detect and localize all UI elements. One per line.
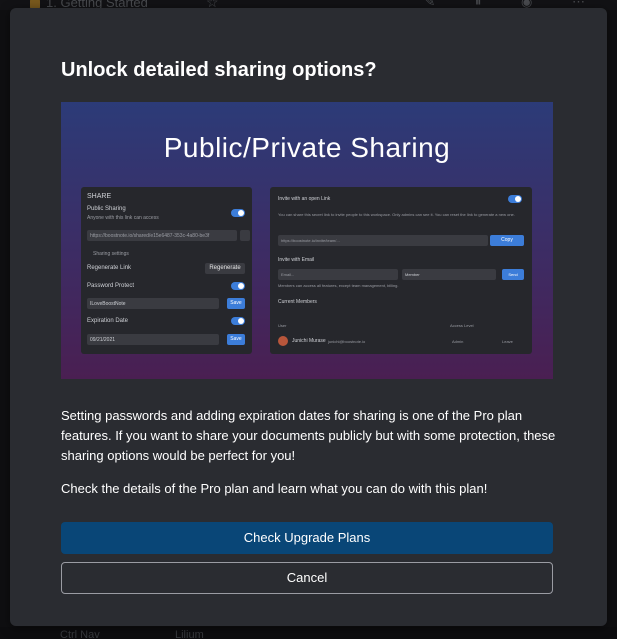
- copy-icon: [240, 230, 250, 241]
- share-description: You can share this secret link to invite…: [278, 212, 515, 217]
- copy-button: Copy: [490, 235, 524, 246]
- modal-description: Setting passwords and adding expiration …: [61, 408, 556, 463]
- access-column-header: Access Level: [450, 323, 474, 328]
- regenerate-button: Regenerate: [205, 263, 245, 274]
- user-column-header: User: [278, 323, 287, 328]
- leave-link: Leave: [502, 339, 513, 344]
- member-role: Admin: [452, 339, 464, 344]
- date-field: 09/21/2021: [87, 334, 219, 345]
- expiration-date-label: Expiration Date: [87, 318, 129, 324]
- password-field: ILoveBoostNote: [87, 298, 219, 309]
- promo-image: Public/Private Sharing SHARE Public Shar…: [61, 102, 553, 379]
- invite-link-field: https://boostnote.io/invite/team/...: [278, 235, 488, 246]
- date-save-button: Save: [227, 334, 245, 345]
- cancel-button[interactable]: Cancel: [61, 562, 553, 594]
- password-protect-label: Password Protect: [87, 283, 135, 289]
- invite-email-label: Invite with Email: [278, 257, 315, 263]
- promo-invite-panel: Invite with an open Link You can share t…: [270, 187, 532, 354]
- public-sharing-toggle: [231, 209, 245, 217]
- anyone-text: Anyone with this link can access: [87, 215, 159, 221]
- current-members-label: Current Members: [278, 299, 317, 305]
- send-button: Send: [502, 269, 524, 280]
- sharing-settings-label: Sharing settings: [93, 251, 129, 257]
- password-toggle: [231, 282, 245, 290]
- expiration-toggle: [231, 317, 245, 325]
- invite-open-link-label: Invite with an open Link: [278, 196, 331, 202]
- member-name: Junichi Murase: [292, 338, 326, 344]
- regenerate-link-label: Regenerate Link: [87, 265, 132, 271]
- modal-title: Unlock detailed sharing options?: [61, 59, 377, 81]
- promo-share-panel: SHARE Public Sharing Anyone with this li…: [81, 187, 252, 354]
- role-select: Member: [402, 269, 496, 280]
- public-sharing-label: Public Sharing: [87, 206, 126, 212]
- password-save-button: Save: [227, 298, 245, 309]
- email-field: Email...: [278, 269, 398, 280]
- promo-heading: Public/Private Sharing: [163, 132, 451, 163]
- members-note: Members can access all features, except …: [278, 283, 399, 288]
- upgrade-modal: Unlock detailed sharing options? Public/…: [10, 8, 607, 626]
- modal-description-2: Check the details of the Pro plan and le…: [61, 481, 488, 496]
- share-link-field: https://boostnote.io/shared/e15e6487-353…: [87, 230, 237, 241]
- avatar: [278, 336, 288, 346]
- open-link-toggle: [508, 195, 522, 203]
- member-email: junichi@boostnote.io: [328, 339, 366, 344]
- check-upgrade-plans-button[interactable]: Check Upgrade Plans: [61, 522, 553, 554]
- share-label: SHARE: [87, 193, 112, 200]
